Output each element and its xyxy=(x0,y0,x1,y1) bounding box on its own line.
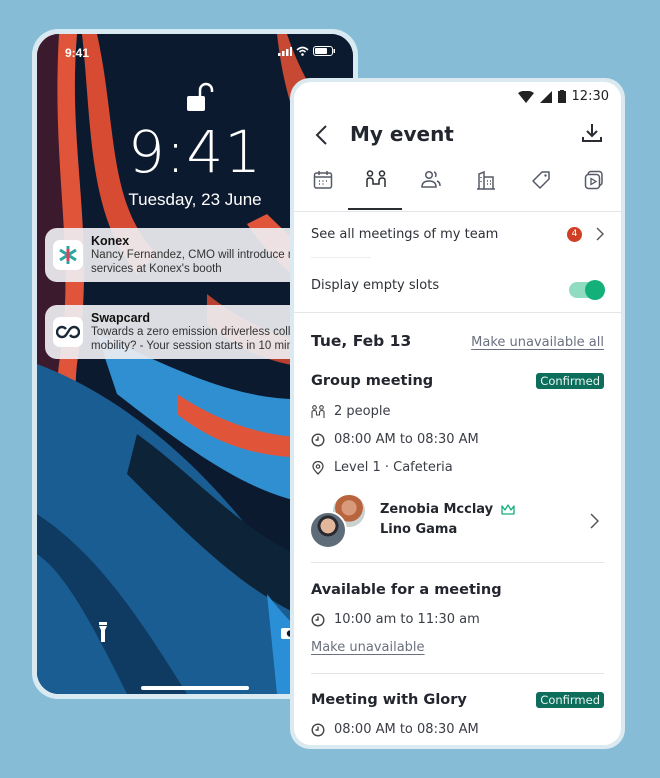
people-icon xyxy=(421,170,441,188)
meeting-icon xyxy=(311,404,325,418)
count-badge: 4 xyxy=(567,226,582,242)
tab-exhibitors[interactable] xyxy=(471,170,501,198)
location-pin-icon xyxy=(312,460,324,475)
people-count: 2 people xyxy=(334,404,391,419)
konex-logo-icon xyxy=(53,240,83,270)
tab-meetings[interactable] xyxy=(348,170,402,210)
video-icon xyxy=(584,170,603,190)
signal-icon xyxy=(278,46,292,56)
empty-slots-label: Display empty slots xyxy=(311,278,440,293)
team-meetings-link[interactable]: See all meetings of my team 4 xyxy=(311,223,604,245)
tab-calendar[interactable] xyxy=(308,170,338,198)
make-unavailable-link[interactable]: Make unavailable xyxy=(311,640,425,655)
notification-message: Towards a zero emission driverless colla… xyxy=(91,326,310,338)
avatar xyxy=(309,511,347,549)
building-icon xyxy=(477,170,495,190)
meeting-icon xyxy=(366,170,386,187)
divider xyxy=(311,562,604,563)
meeting-people: 2 people xyxy=(311,404,390,419)
tab-sessions[interactable] xyxy=(579,170,609,198)
meeting-title: Available for a meeting xyxy=(311,582,502,598)
divider xyxy=(294,312,621,313)
app-phone: 12:30 My event See all meetings of my te… xyxy=(290,78,625,749)
divider xyxy=(311,257,371,258)
status-time: 9:41 xyxy=(65,46,90,60)
clock-icon xyxy=(311,432,325,447)
app-screen: 12:30 My event See all meetings of my te… xyxy=(294,82,621,745)
time-range: 10:00 am to 11:30 am xyxy=(334,612,480,627)
meeting-title: Meeting with Glory xyxy=(311,692,467,708)
time-range: 08:00 AM to 08:30 AM xyxy=(334,722,479,737)
time-range: 08:00 AM to 08:30 AM xyxy=(334,432,479,447)
meeting-title: Group meeting xyxy=(311,373,434,389)
back-arrow-icon[interactable] xyxy=(314,124,328,146)
empty-slots-toggle[interactable] xyxy=(569,280,605,300)
participant-name: Zenobia Mcclay xyxy=(380,502,494,517)
signal-icon xyxy=(539,90,552,103)
status-time: 12:30 xyxy=(571,89,609,104)
notification-message: mobility? - Your session starts in 10 mi… xyxy=(91,340,302,352)
status-badge: Confirmed xyxy=(536,373,604,389)
battery-icon xyxy=(313,46,335,56)
crown-icon xyxy=(501,504,515,515)
notification-app: Konex xyxy=(91,234,130,248)
tab-offers[interactable] xyxy=(526,170,556,198)
battery-icon xyxy=(557,90,566,103)
divider xyxy=(311,673,604,674)
chevron-right-icon xyxy=(590,513,599,529)
clock-icon xyxy=(311,612,325,627)
notification-message: services at Konex's booth xyxy=(91,263,222,275)
swapcard-logo-icon xyxy=(53,317,83,347)
chevron-right-icon xyxy=(596,227,604,241)
tab-bar xyxy=(294,166,621,212)
meeting-location: Level 1 · Cafeteria xyxy=(311,460,453,475)
home-indicator[interactable] xyxy=(141,686,249,690)
participant-name: Lino Gama xyxy=(380,522,458,537)
make-unavailable-all-link[interactable]: Make unavailable all xyxy=(471,335,604,350)
unlock-icon xyxy=(187,82,214,111)
wifi-icon xyxy=(517,90,534,103)
page-title: My event xyxy=(350,122,454,146)
day-heading: Tue, Feb 13 xyxy=(311,332,412,350)
clock-icon xyxy=(311,722,325,737)
team-meetings-label: See all meetings of my team xyxy=(311,226,499,242)
download-icon[interactable] xyxy=(581,122,603,144)
notification-app: Swapcard xyxy=(91,311,151,325)
calendar-icon xyxy=(313,171,333,189)
wifi-icon xyxy=(296,46,309,56)
tab-people[interactable] xyxy=(416,170,446,198)
status-badge: Confirmed xyxy=(536,692,604,708)
location: Level 1 · Cafeteria xyxy=(334,460,453,475)
flashlight-icon[interactable] xyxy=(99,622,107,642)
empty-slots-row: Display empty slots xyxy=(311,278,604,293)
tag-icon xyxy=(532,171,550,189)
meeting-time: 08:00 AM to 08:30 AM xyxy=(311,722,479,737)
meeting-time: 10:00 am to 11:30 am xyxy=(311,612,480,627)
meeting-time: 08:00 AM to 08:30 AM xyxy=(311,432,479,447)
notification-message: Nancy Fernandez, CMO will introduce new xyxy=(91,249,309,261)
